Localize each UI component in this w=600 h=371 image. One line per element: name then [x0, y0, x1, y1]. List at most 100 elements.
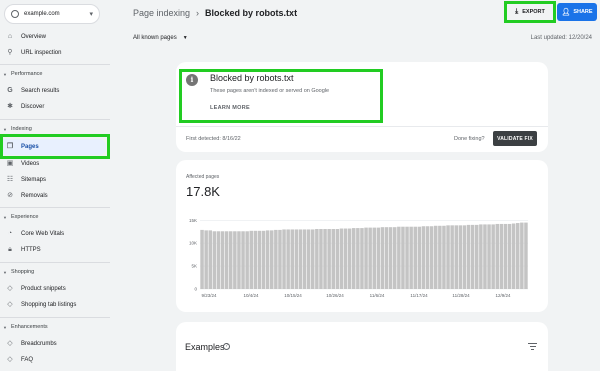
chart-bar[interactable]: [503, 223, 508, 289]
chart-bar[interactable]: [229, 231, 233, 289]
chart-bar[interactable]: [352, 228, 356, 289]
chart-bar[interactable]: [364, 227, 368, 289]
chart-bar[interactable]: [245, 231, 249, 289]
filter-icon[interactable]: [528, 341, 537, 350]
chart-bar[interactable]: [479, 224, 483, 289]
chart-bar[interactable]: [442, 225, 446, 289]
nav-removals[interactable]: ⊘ Removals: [0, 189, 106, 203]
chart-bar[interactable]: [417, 226, 422, 289]
chart-bar[interactable]: [421, 226, 426, 289]
chart-bar[interactable]: [347, 228, 352, 289]
chart-bar[interactable]: [376, 227, 381, 289]
chart-bar[interactable]: [401, 226, 405, 289]
share-button[interactable]: 👤︎ SHARE: [557, 3, 597, 21]
section-indexing[interactable]: ▼ Indexing: [0, 124, 106, 134]
chart-bar[interactable]: [380, 227, 385, 289]
chart-bar[interactable]: [458, 225, 463, 289]
chart-bar[interactable]: [327, 228, 331, 289]
learn-more-link[interactable]: LEARN MORE: [210, 105, 250, 111]
chart-bar[interactable]: [261, 230, 266, 289]
nav-https[interactable]: 🔒︎ HTTPS: [0, 243, 106, 257]
pages-filter-dropdown[interactable]: All known pages ▼: [133, 35, 188, 41]
chart-bar[interactable]: [282, 229, 286, 289]
chart-bar[interactable]: [516, 223, 520, 289]
nav-core-web-vitals[interactable]: ◔ Core Web Vitals: [0, 227, 106, 241]
validate-fix-button[interactable]: VALIDATE FIX: [493, 131, 537, 146]
nav-search-results[interactable]: G Search results: [0, 84, 106, 98]
chart-bar[interactable]: [483, 224, 487, 289]
nav-sitemaps[interactable]: ☷ Sitemaps: [0, 173, 106, 187]
chart-bar[interactable]: [290, 229, 295, 289]
chart-bar[interactable]: [425, 226, 430, 289]
chart-bar[interactable]: [249, 230, 254, 289]
chart-bar[interactable]: [429, 226, 434, 289]
chart-bar[interactable]: [315, 228, 319, 289]
chart-bar[interactable]: [319, 228, 323, 289]
chart-bar[interactable]: [434, 225, 438, 289]
chart-bar[interactable]: [204, 230, 208, 289]
chart-bar[interactable]: [491, 224, 495, 289]
chart-bar[interactable]: [393, 227, 397, 289]
chart-bar[interactable]: [368, 227, 372, 289]
chart-bar[interactable]: [224, 231, 229, 289]
chart-bar[interactable]: [278, 229, 282, 289]
chart-bar[interactable]: [405, 226, 409, 289]
chart-bar[interactable]: [520, 222, 524, 289]
chart-bar[interactable]: [257, 230, 262, 289]
nav-videos[interactable]: ▣ Videos: [0, 157, 106, 171]
property-selector[interactable]: example.com ▾: [4, 4, 100, 24]
chart-bar[interactable]: [409, 226, 413, 289]
chart-bar[interactable]: [200, 229, 204, 289]
chart-bar[interactable]: [438, 225, 442, 289]
chart-bar[interactable]: [306, 229, 311, 289]
chart-bar[interactable]: [212, 231, 217, 289]
chart-bar[interactable]: [470, 224, 475, 289]
export-button[interactable]: ⤓ EXPORT: [506, 3, 554, 21]
chart-bar[interactable]: [302, 229, 307, 289]
chart-bar[interactable]: [413, 226, 418, 289]
chart-bar[interactable]: [253, 230, 258, 289]
nav-url-inspection[interactable]: ⚲ URL inspection: [0, 46, 106, 60]
chart-bar[interactable]: [294, 229, 299, 289]
chart-bar[interactable]: [487, 224, 491, 289]
chart-bar[interactable]: [335, 228, 340, 289]
breadcrumb-parent[interactable]: Page indexing: [133, 8, 190, 18]
chart-bar[interactable]: [298, 229, 303, 289]
chart-bar[interactable]: [466, 224, 471, 289]
chart-bar[interactable]: [388, 227, 393, 289]
chart-bar[interactable]: [216, 231, 221, 289]
nav-product-snippets[interactable]: ◇ Product snippets: [0, 282, 106, 296]
chart-bar[interactable]: [397, 226, 401, 289]
chart-bar[interactable]: [311, 229, 315, 289]
chart-bar[interactable]: [220, 231, 225, 289]
chart-bar[interactable]: [454, 225, 459, 289]
nav-pages[interactable]: ❐ Pages: [0, 139, 106, 155]
chart-bar[interactable]: [233, 231, 237, 289]
chart-bar[interactable]: [286, 229, 290, 289]
chart-bar[interactable]: [339, 228, 344, 289]
chart-bar[interactable]: [356, 228, 360, 289]
nav-shopping-tab-listings[interactable]: ◇ Shopping tab listings: [0, 298, 106, 312]
chart-bar[interactable]: [360, 228, 364, 289]
help-icon[interactable]: ?: [223, 343, 230, 350]
chart-bar[interactable]: [462, 225, 467, 289]
chart-bar[interactable]: [323, 228, 327, 289]
chart-bar[interactable]: [274, 229, 278, 289]
chart-bar[interactable]: [507, 223, 512, 289]
section-enhancements[interactable]: ▼ Enhancements: [0, 322, 106, 332]
nav-faq[interactable]: ◇ FAQ: [0, 353, 106, 367]
section-performance[interactable]: ▼ Performance: [0, 69, 106, 79]
chart-bar[interactable]: [384, 227, 389, 289]
chart-bar[interactable]: [270, 230, 274, 289]
nav-breadcrumbs[interactable]: ◇ Breadcrumbs: [0, 337, 106, 351]
chart-bar[interactable]: [450, 225, 454, 289]
chart-bar[interactable]: [237, 231, 241, 289]
chart-bar[interactable]: [208, 230, 213, 289]
section-experience[interactable]: ▼ Experience: [0, 212, 106, 222]
chart-bar[interactable]: [524, 222, 528, 289]
nav-overview[interactable]: ⌂ Overview: [0, 30, 106, 44]
chart-bar[interactable]: [495, 223, 500, 289]
chart-bar[interactable]: [241, 231, 245, 289]
chart-bar[interactable]: [475, 224, 479, 289]
chart-bar[interactable]: [372, 227, 377, 289]
